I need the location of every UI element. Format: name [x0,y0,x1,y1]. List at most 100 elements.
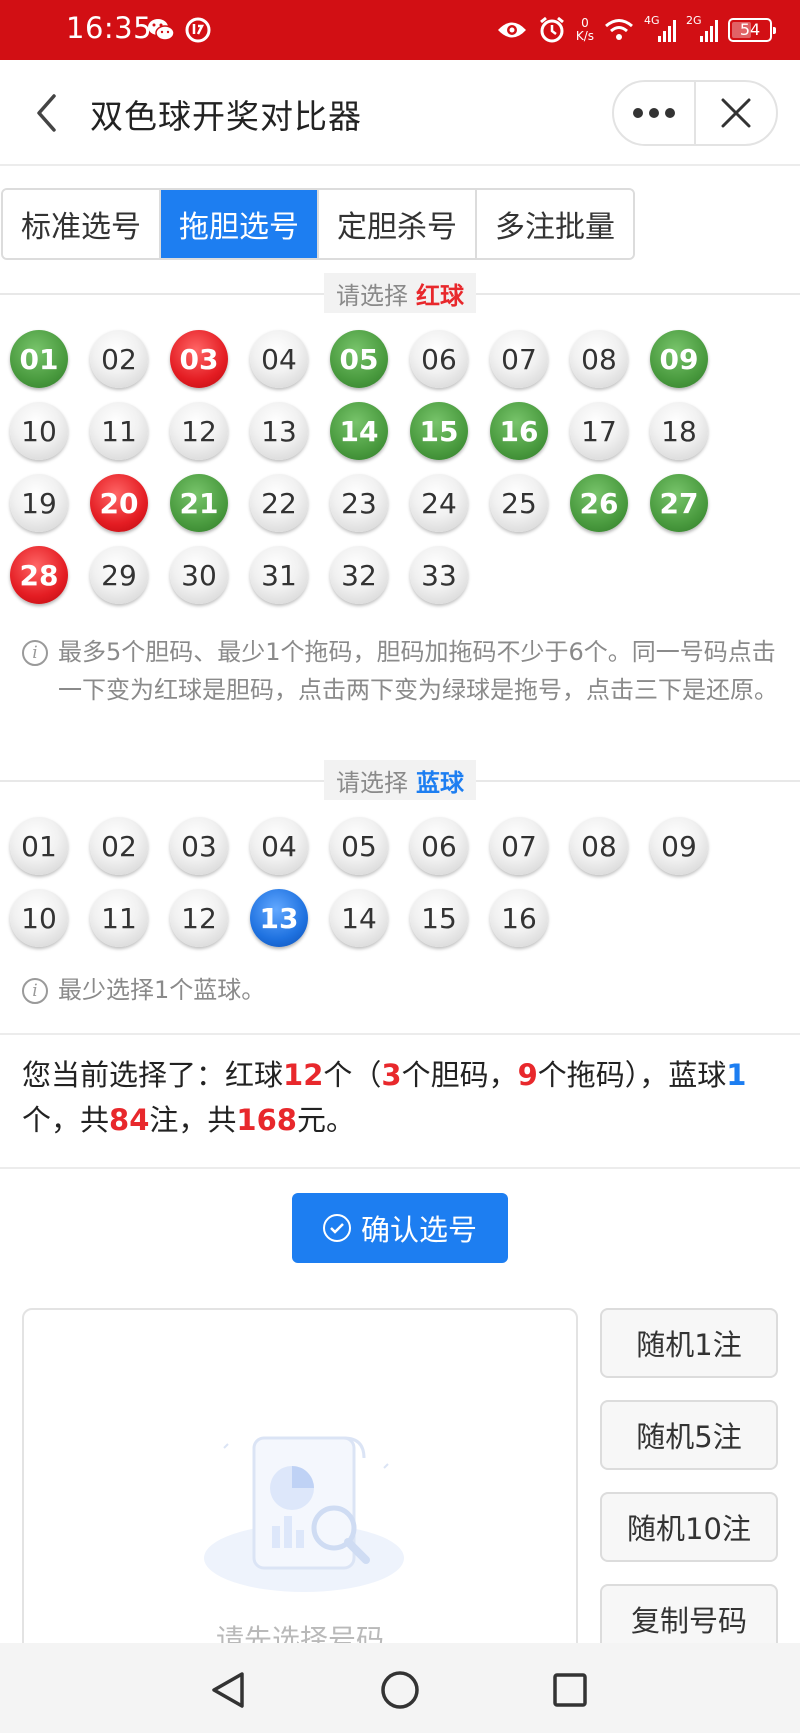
red-ball-13[interactable]: 13 [250,402,308,460]
red-ball-10[interactable]: 10 [10,402,68,460]
red-ball-31[interactable]: 31 [250,546,308,604]
summary-text-3: 个胆码， [401,1058,518,1092]
red-ball-15[interactable]: 15 [410,402,468,460]
summary-amount: 168 [236,1103,297,1137]
red-ball-18[interactable]: 18 [650,402,708,460]
more-button[interactable] [614,82,694,144]
summary-text-4: 个拖码），蓝球 [537,1058,727,1092]
more-dots-icon [633,108,676,118]
mode-tabs: 标准选号 拖胆选号 定胆杀号 多注批量 [1,188,635,260]
red-section-header: 请选择 红球 [0,273,800,313]
confirm-selection-button[interactable]: 确认选号 [292,1193,508,1263]
blue-ball-12[interactable]: 12 [170,889,228,947]
blue-ball-05[interactable]: 05 [330,817,388,875]
net-speed-unit: K/s [575,29,594,43]
tab-fixed-kill[interactable]: 定胆杀号 [319,190,477,258]
blue-ball-04[interactable]: 04 [250,817,308,875]
blue-section-prefix: 请选择 [336,768,408,797]
blue-ball-11[interactable]: 11 [90,889,148,947]
red-ball-14[interactable]: 14 [330,402,388,460]
blue-ball-01[interactable]: 01 [10,817,68,875]
summary-tuo-count: 9 [517,1058,538,1092]
red-ball-07[interactable]: 07 [490,330,548,388]
system-back-button[interactable] [206,1668,250,1712]
summary-text-2: 个（ [323,1058,382,1092]
blue-ball-15[interactable]: 15 [410,889,468,947]
tab-batch[interactable]: 多注批量 [477,190,633,258]
confirm-label: 确认选号 [360,1213,477,1247]
status-time: 16:35 [66,11,153,45]
square-recents-icon [553,1673,587,1707]
red-ball-09[interactable]: 09 [650,330,708,388]
blue-ball-10[interactable]: 10 [10,889,68,947]
red-section-prefix: 请选择 [336,281,408,310]
check-circle-icon [322,1214,351,1242]
red-section-highlight: 红球 [416,281,464,310]
red-ball-29[interactable]: 29 [90,546,148,604]
red-ball-01[interactable]: 01 [10,330,68,388]
red-ball-32[interactable]: 32 [330,546,388,604]
red-note-text: 最多5个胆码、最少1个拖码，胆码加拖码不少于6个。同一号码点击一下变为红球是胆码… [58,638,778,704]
red-ball-30[interactable]: 30 [170,546,228,604]
summary-text-6: 注，共 [149,1103,237,1137]
red-ball-19[interactable]: 19 [10,474,68,532]
blue-ball-08[interactable]: 08 [570,817,628,875]
red-ball-20[interactable]: 20 [90,474,148,532]
red-ball-21[interactable]: 21 [170,474,228,532]
empty-report-illustration [204,1436,404,1592]
random-1-button[interactable]: 随机1注 [600,1308,778,1378]
summary-text-7: 元。 [296,1103,355,1137]
mini-program-capsule [612,80,778,146]
system-home-button[interactable] [378,1668,422,1712]
red-ball-06[interactable]: 06 [410,330,468,388]
info-icon: i [22,978,48,1004]
red-ball-24[interactable]: 24 [410,474,468,532]
red-ball-02[interactable]: 02 [90,330,148,388]
blue-ball-14[interactable]: 14 [330,889,388,947]
close-button[interactable] [696,82,776,144]
net-speed: 0 K/s [576,17,594,43]
blue-ball-09[interactable]: 09 [650,817,708,875]
red-ball-16[interactable]: 16 [490,402,548,460]
red-ball-28[interactable]: 28 [10,546,68,604]
red-ball-04[interactable]: 04 [250,330,308,388]
blue-ball-13[interactable]: 13 [250,889,308,947]
blue-note: i 最少选择1个蓝球。 [22,971,792,1009]
random-10-button[interactable]: 随机10注 [600,1492,778,1562]
red-ball-03[interactable]: 03 [170,330,228,388]
red-ball-11[interactable]: 11 [90,402,148,460]
red-ball-25[interactable]: 25 [490,474,548,532]
blue-section-header: 请选择 蓝球 [0,760,800,800]
status-system-icons: 0 K/s 4G 2G 54 [496,10,776,50]
circle-home-icon [381,1671,419,1709]
blue-ball-07[interactable]: 07 [490,817,548,875]
red-ball-26[interactable]: 26 [570,474,628,532]
page-title: 双色球开奖对比器 [90,97,362,136]
red-ball-12[interactable]: 12 [170,402,228,460]
red-ball-17[interactable]: 17 [570,402,628,460]
blue-ball-06[interactable]: 06 [410,817,468,875]
blue-ball-16[interactable]: 16 [490,889,548,947]
red-ball-08[interactable]: 08 [570,330,628,388]
back-button[interactable] [26,88,66,138]
red-section-label: 请选择 红球 [324,273,476,313]
system-recents-button[interactable] [548,1668,592,1712]
red-ball-23[interactable]: 23 [330,474,388,532]
blue-section-label: 请选择 蓝球 [324,760,476,800]
blue-ball-03[interactable]: 03 [170,817,228,875]
blue-ball-02[interactable]: 02 [90,817,148,875]
red-ball-05[interactable]: 05 [330,330,388,388]
blue-note-text: 最少选择1个蓝球。 [58,976,266,1004]
random-5-button[interactable]: 随机5注 [600,1400,778,1470]
selection-summary: 您当前选择了：红球12个（3个胆码，9个拖码），蓝球1 个，共84注，共168元。 [0,1033,800,1169]
red-ball-27[interactable]: 27 [650,474,708,532]
wechat-icon [148,19,175,41]
red-ball-22[interactable]: 22 [250,474,308,532]
tab-dan-tuo[interactable]: 拖胆选号 [161,190,319,258]
tab-standard[interactable]: 标准选号 [3,190,161,258]
red-ball-33[interactable]: 33 [410,546,468,604]
info-icon: i [22,640,48,666]
red-ball-grid: 01 02 03 04 05 06 07 08 09 10 11 12 13 14 15 16 17 18 19 20… [10,330,800,604]
summary-bet-count: 84 [109,1103,150,1137]
summary-red-count: 12 [283,1058,324,1092]
